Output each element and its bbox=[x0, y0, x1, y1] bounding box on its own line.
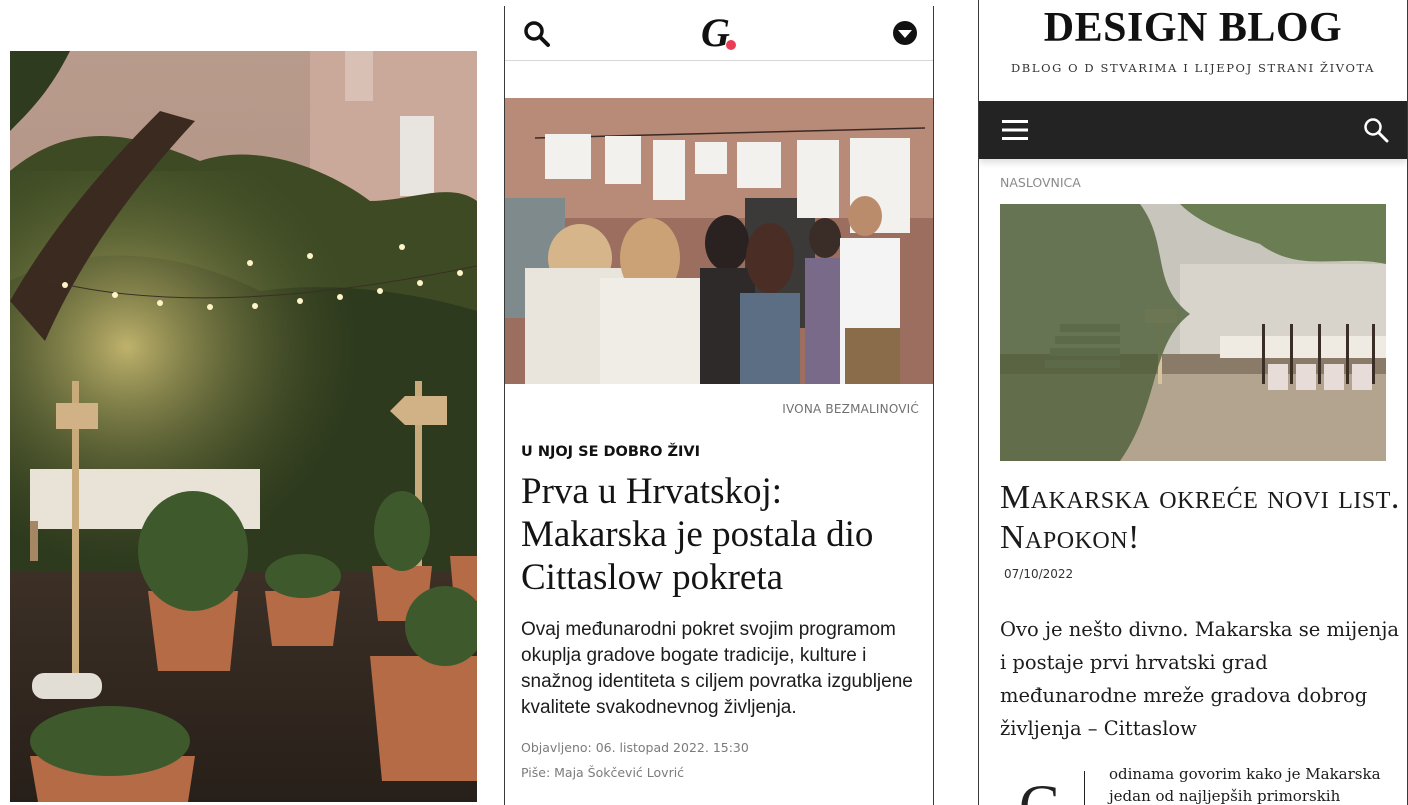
design-blog-page: DESIGN BLOG DBLOG O D STVARIMA I LIJEPOJ… bbox=[978, 0, 1408, 805]
post-date: 07/10/2022 bbox=[1004, 567, 1074, 581]
post-lead: Ovo je nešto divno. Makarska se mijenja … bbox=[1000, 618, 1399, 740]
author-line: Piše: Maja Šokčević Lovrić bbox=[521, 765, 685, 780]
photo-credit: IVONA BEZMALINOVIĆ bbox=[782, 402, 919, 416]
article-title: Prva u Hrvatskoj: Makarska je postala di… bbox=[521, 471, 874, 598]
published-date: Objavljeno: 06. listopad 2022. 15:30 bbox=[521, 740, 749, 755]
search-icon[interactable] bbox=[523, 20, 551, 48]
breadcrumb[interactable]: NASLOVNICA bbox=[1000, 175, 1081, 190]
garden-table-photo-illustration bbox=[1000, 204, 1386, 461]
nav-bar bbox=[979, 101, 1407, 159]
top-bar: G bbox=[505, 6, 933, 61]
drop-cap-divider bbox=[1084, 771, 1085, 805]
blog-hero-photo bbox=[1000, 204, 1386, 461]
search-icon[interactable] bbox=[1363, 117, 1389, 143]
post-body: odinama govorim kako je Makarska jedan o… bbox=[1109, 765, 1381, 805]
hamburger-menu-icon[interactable] bbox=[1002, 118, 1028, 142]
party-photo-illustration bbox=[505, 98, 933, 384]
mobile-article-page: G IVONA BEZMALINOVIĆ U NJOJ SE DOBRO ŽIV… bbox=[504, 6, 934, 805]
blog-title[interactable]: DESIGN BLOG bbox=[979, 4, 1407, 52]
article-hero-photo bbox=[505, 98, 933, 384]
garden-photo bbox=[10, 51, 477, 802]
article-kicker: U NJOJ SE DOBRO ŽIVI bbox=[521, 444, 700, 460]
garden-photo-illustration bbox=[10, 51, 477, 802]
drop-cap: G bbox=[1019, 776, 1062, 805]
blog-post-heading: Makarska okreće novi list. Napokon! bbox=[1000, 479, 1400, 556]
logo-dot bbox=[726, 40, 736, 50]
blog-tagline: DBLOG O D STVARIMA I LIJEPOJ STRANI ŽIVO… bbox=[1010, 61, 1376, 75]
article-lead: Ovaj međunarodni pokret svojim programom… bbox=[521, 619, 913, 718]
chevron-down-circle-icon[interactable] bbox=[892, 20, 918, 46]
site-logo[interactable]: G bbox=[701, 11, 730, 55]
